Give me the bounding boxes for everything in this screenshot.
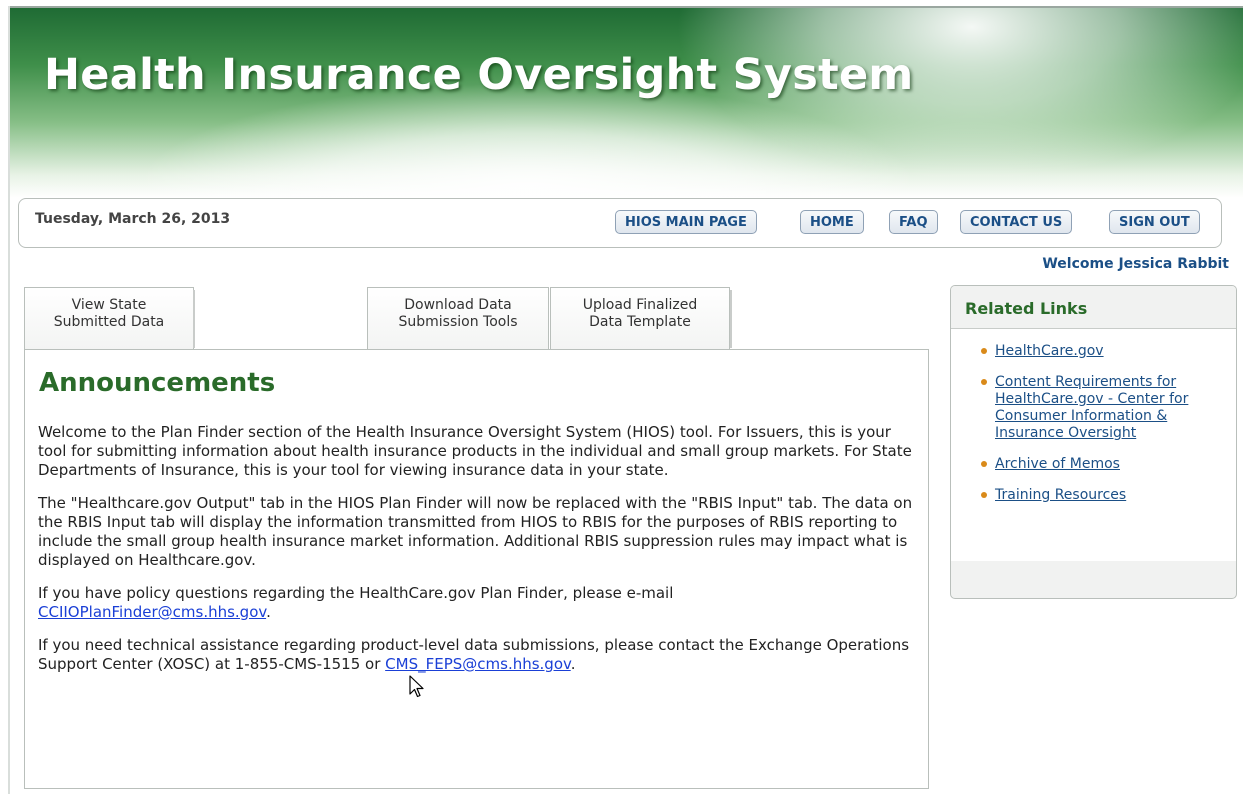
faq-button[interactable]: FAQ [889, 210, 938, 234]
training-resources-link[interactable]: Training Resources [995, 487, 1126, 503]
healthcare-gov-link[interactable]: HealthCare.gov [995, 343, 1104, 359]
tab-label-line1: Upload Finalized [582, 297, 698, 313]
contact-us-button[interactable]: CONTACT US [960, 210, 1073, 234]
related-links-box: Related Links HealthCare.gov Content Req… [950, 285, 1237, 599]
left-border [8, 6, 10, 794]
paragraph-end: . [266, 603, 271, 621]
tab-divider [730, 290, 732, 348]
list-item: Archive of Memos [951, 456, 1236, 473]
bullet-icon [981, 492, 987, 498]
announcements-body: Welcome to the Plan Finder section of th… [38, 423, 923, 688]
current-date: Tuesday, March 26, 2013 [35, 211, 231, 227]
content-requirements-link[interactable]: Content Requirements for HealthCare.gov … [995, 374, 1188, 441]
tab-download-data-submission-tools[interactable]: Download Data Submission Tools [367, 287, 549, 349]
home-button[interactable]: HOME [800, 210, 864, 234]
header-banner: Health Insurance Oversight System [10, 8, 1243, 198]
cms-feps-email-link[interactable]: CMS_FEPS@cms.hhs.gov [385, 655, 571, 673]
hios-main-page-button[interactable]: HIOS MAIN PAGE [615, 210, 757, 234]
announcements-title: Announcements [39, 368, 276, 398]
tab-view-state-submitted-data[interactable]: View State Submitted Data [24, 287, 194, 349]
tab-label-line1: View State [71, 297, 147, 313]
tab-label-line1: Download Data [404, 297, 512, 313]
list-item: HealthCare.gov [951, 343, 1236, 360]
bullet-icon [981, 348, 987, 354]
paragraph-end: . [570, 655, 576, 673]
sign-out-button[interactable]: SIGN OUT [1109, 210, 1200, 234]
tab-divider [193, 290, 195, 348]
announcement-paragraph: If you need technical assistance regardi… [38, 636, 923, 674]
top-border [8, 6, 1243, 8]
announcement-paragraph: If you have policy questions regarding t… [38, 584, 923, 622]
site-title: Health Insurance Oversight System [44, 50, 914, 100]
list-item: Training Resources [951, 487, 1236, 504]
list-item: Content Requirements for HealthCare.gov … [951, 374, 1236, 442]
announcement-paragraph: Welcome to the Plan Finder section of th… [38, 423, 912, 479]
bullet-icon [981, 461, 987, 467]
related-links-list: HealthCare.gov Content Requirements for … [951, 329, 1236, 561]
announcements-panel: Announcements Welcome to the Plan Finder… [24, 349, 929, 789]
tab-label-line2: Data Template [589, 314, 691, 330]
plan-finder-email-link[interactable]: CCIIOPlanFinder@cms.hhs.gov [38, 603, 266, 621]
archive-of-memos-link[interactable]: Archive of Memos [995, 456, 1120, 472]
paragraph-text: If you have policy questions regarding t… [38, 584, 674, 602]
announcement-paragraph: The "Healthcare.gov Output" tab in the H… [38, 494, 913, 569]
welcome-message: Welcome Jessica Rabbit [1042, 256, 1229, 272]
tab-upload-finalized-data-template[interactable]: Upload Finalized Data Template [550, 287, 730, 349]
related-links-title: Related Links [951, 286, 1236, 329]
mouse-pointer-icon [409, 675, 424, 698]
toolbar: Tuesday, March 26, 2013 HIOS MAIN PAGE H… [18, 198, 1222, 248]
tab-label-line2: Submitted Data [53, 314, 165, 330]
tab-label-line2: Submission Tools [398, 314, 518, 330]
bullet-icon [981, 379, 987, 385]
